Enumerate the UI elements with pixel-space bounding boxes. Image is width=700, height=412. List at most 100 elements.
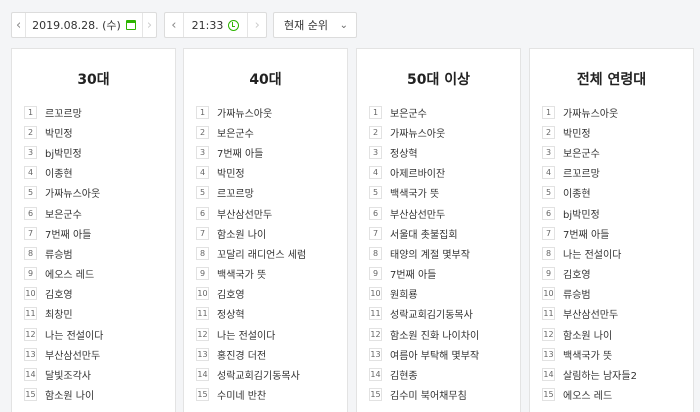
chevron-left-icon: ‹ <box>171 17 177 33</box>
ranking-item[interactable]: 7 함소원 나이 <box>196 223 346 243</box>
keyword-label: 태양의 계절 몇부작 <box>390 249 470 261</box>
keyword-label: 에오스 레드 <box>45 270 95 282</box>
next-time-button[interactable]: › <box>247 13 266 37</box>
rank-number: 6 <box>369 206 382 220</box>
ranking-item[interactable]: 12 함소원 나이 <box>542 324 692 344</box>
ranking-item[interactable]: 5 르꼬르망 <box>196 183 346 203</box>
ranking-item[interactable]: 4 이종현 <box>24 163 174 183</box>
ranking-list: 1 보은군수 2 가짜뉴스아웃 3 정상혁 4 아제르바이잔 5 백색국가 뜻 6 부산삼선만두 7 서울… <box>369 102 519 405</box>
ranking-item[interactable]: 4 아제르바이잔 <box>369 163 519 183</box>
ranking-item[interactable]: 1 가짜뉴스아웃 <box>196 102 346 122</box>
rank-number: 7 <box>369 226 382 240</box>
ranking-item[interactable]: 14 김현종 <box>369 364 519 384</box>
ranking-item[interactable]: 9 에오스 레드 <box>24 264 174 284</box>
keyword-label: 류승범 <box>45 249 73 261</box>
ranking-item[interactable]: 15 김수미 북어채무침 <box>369 385 519 405</box>
rank-number: 11 <box>542 307 555 321</box>
ranking-item[interactable]: 11 부산삼선만두 <box>542 304 692 324</box>
rank-number: 5 <box>369 186 382 200</box>
rank-number: 4 <box>196 166 209 180</box>
ranking-item[interactable]: 4 르꼬르망 <box>542 163 692 183</box>
sort-select[interactable]: 현재 순위 ⌄ <box>273 12 357 38</box>
ranking-item[interactable]: 12 나는 전설이다 <box>24 324 174 344</box>
ranking-item[interactable]: 15 에오스 레드 <box>542 385 692 405</box>
keyword-label: 부산삼선만두 <box>390 209 446 221</box>
keyword-label: 함소원 나이 <box>45 391 95 403</box>
ranking-item[interactable]: 10 김호영 <box>24 284 174 304</box>
ranking-item[interactable]: 12 나는 전설이다 <box>196 324 346 344</box>
keyword-label: 함소원 진화 나이차이 <box>390 330 480 342</box>
rank-number: 10 <box>369 287 382 301</box>
ranking-item[interactable]: 5 이종현 <box>542 183 692 203</box>
ranking-item[interactable]: 10 김호영 <box>196 284 346 304</box>
ranking-item[interactable]: 9 김호영 <box>542 264 692 284</box>
date-picker[interactable]: 2019.08.28. (수) <box>26 17 142 33</box>
ranking-item[interactable]: 6 bj박민정 <box>542 203 692 223</box>
time-picker[interactable]: 21:33 <box>184 19 248 32</box>
ranking-item[interactable]: 10 원희룡 <box>369 284 519 304</box>
ranking-item[interactable]: 10 류승범 <box>542 284 692 304</box>
ranking-item[interactable]: 5 가짜뉴스아웃 <box>24 183 174 203</box>
ranking-item[interactable]: 14 달빛조각사 <box>24 364 174 384</box>
keyword-label: 가짜뉴스아웃 <box>45 189 101 201</box>
panel-title: 50대 이상 <box>407 72 470 88</box>
ranking-item[interactable]: 3 bj박민정 <box>24 142 174 162</box>
next-date-button[interactable]: › <box>141 13 156 37</box>
rank-number: 4 <box>369 166 382 180</box>
ranking-item[interactable]: 7 7번째 아들 <box>24 223 174 243</box>
ranking-item[interactable]: 1 가짜뉴스아웃 <box>542 102 692 122</box>
ranking-item[interactable]: 3 정상혁 <box>369 142 519 162</box>
keyword-label: 보은군수 <box>390 108 427 120</box>
keyword-label: 에오스 레드 <box>563 391 613 403</box>
ranking-item[interactable]: 11 정상혁 <box>196 304 346 324</box>
ranking-item[interactable]: 1 르꼬르망 <box>24 102 174 122</box>
ranking-item[interactable]: 7 7번째 아들 <box>542 223 692 243</box>
rank-number: 13 <box>542 347 555 361</box>
rank-number: 10 <box>24 287 37 301</box>
ranking-item[interactable]: 7 서울대 촛불집회 <box>369 223 519 243</box>
ranking-item[interactable]: 11 성락교회김기동목사 <box>369 304 519 324</box>
keyword-label: 김현종 <box>390 371 418 383</box>
ranking-item[interactable]: 15 함소원 나이 <box>24 385 174 405</box>
ranking-item[interactable]: 2 박민정 <box>24 122 174 142</box>
keyword-label: 7번째 아들 <box>390 270 437 282</box>
ranking-item[interactable]: 9 백색국가 뜻 <box>196 264 346 284</box>
keyword-label: 보은군수 <box>45 209 82 221</box>
rank-number: 12 <box>24 327 37 341</box>
rank-number: 1 <box>369 105 382 119</box>
ranking-list: 1 르꼬르망 2 박민정 3 bj박민정 4 이종현 5 가짜뉴스아웃 6 보은군수 7 7번째 아들 8 류… <box>24 102 174 405</box>
ranking-item[interactable]: 3 7번째 아들 <box>196 142 346 162</box>
rank-number: 7 <box>196 226 209 240</box>
ranking-item[interactable]: 2 가짜뉴스아웃 <box>369 122 519 142</box>
ranking-item[interactable]: 9 7번째 아들 <box>369 264 519 284</box>
ranking-item[interactable]: 4 박민정 <box>196 163 346 183</box>
chevron-right-icon: › <box>146 17 153 33</box>
ranking-item[interactable]: 13 여름아 부탁해 몇부작 <box>369 344 519 364</box>
ranking-item[interactable]: 6 보은군수 <box>24 203 174 223</box>
rank-number: 14 <box>196 368 209 382</box>
rank-number: 11 <box>196 307 209 321</box>
ranking-item[interactable]: 8 태양의 계절 몇부작 <box>369 243 519 263</box>
ranking-item[interactable]: 8 꼬달리 래디언스 세럼 <box>196 243 346 263</box>
ranking-item[interactable]: 2 박민정 <box>542 122 692 142</box>
ranking-item[interactable]: 8 류승범 <box>24 243 174 263</box>
ranking-item[interactable]: 13 홍진경 더전 <box>196 344 346 364</box>
keyword-label: 보은군수 <box>563 148 600 160</box>
ranking-item[interactable]: 13 백색국가 뜻 <box>542 344 692 364</box>
ranking-item[interactable]: 2 보은군수 <box>196 122 346 142</box>
keyword-label: 부산삼선만두 <box>45 350 101 362</box>
ranking-item[interactable]: 3 보은군수 <box>542 142 692 162</box>
ranking-item[interactable]: 6 부산삼선만두 <box>196 203 346 223</box>
ranking-item[interactable]: 14 살림하는 남자들2 <box>542 364 692 384</box>
ranking-item[interactable]: 5 백색국가 뜻 <box>369 183 519 203</box>
ranking-item[interactable]: 8 나는 전설이다 <box>542 243 692 263</box>
ranking-item[interactable]: 1 보은군수 <box>369 102 519 122</box>
ranking-item[interactable]: 12 함소원 진화 나이차이 <box>369 324 519 344</box>
ranking-item[interactable]: 13 부산삼선만두 <box>24 344 174 364</box>
ranking-item[interactable]: 15 수미네 반찬 <box>196 385 346 405</box>
ranking-item[interactable]: 6 부산삼선만두 <box>369 203 519 223</box>
prev-time-button[interactable]: ‹ <box>165 13 184 37</box>
prev-date-button[interactable]: ‹ <box>12 13 27 37</box>
ranking-item[interactable]: 11 최창민 <box>24 304 174 324</box>
ranking-item[interactable]: 14 성락교회김기동목사 <box>196 364 346 384</box>
